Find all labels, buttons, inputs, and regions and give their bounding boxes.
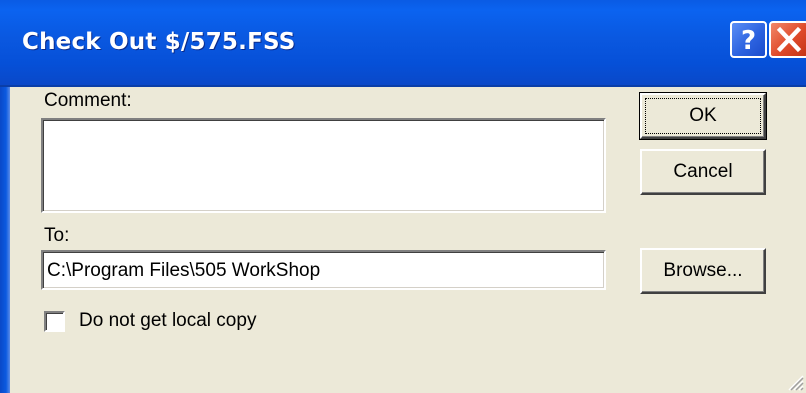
ok-button[interactable]: OK xyxy=(639,92,767,140)
browse-button-label: Browse... xyxy=(663,260,743,281)
to-path-input[interactable]: C:\Program Files\505 WorkShop xyxy=(41,250,606,290)
ok-button-label: OK xyxy=(689,105,717,126)
to-label: To: xyxy=(44,225,70,246)
help-button[interactable]: ? xyxy=(730,21,767,58)
title-bar[interactable]: Check Out $/575.FSS ? xyxy=(0,0,806,87)
check-out-dialog: Check Out $/575.FSS ? Comment: To: C:\Pr… xyxy=(0,0,806,393)
window-left-border xyxy=(0,87,10,393)
comment-textarea[interactable] xyxy=(41,118,606,213)
question-mark-icon: ? xyxy=(741,26,756,56)
comment-label: Comment: xyxy=(44,90,132,111)
close-x-icon xyxy=(776,26,802,53)
cancel-button[interactable]: Cancel xyxy=(640,149,766,195)
browse-button[interactable]: Browse... xyxy=(640,248,766,294)
close-button[interactable] xyxy=(769,21,806,58)
svg-text:?: ? xyxy=(741,26,756,56)
do-not-get-local-copy-label[interactable]: Do not get local copy xyxy=(79,310,256,332)
do-not-get-local-copy-checkbox[interactable] xyxy=(44,311,65,332)
resize-grip-icon[interactable] xyxy=(782,369,804,391)
cancel-button-label: Cancel xyxy=(673,161,733,182)
window-title: Check Out $/575.FSS xyxy=(22,29,296,55)
to-path-value: C:\Program Files\505 WorkShop xyxy=(47,260,321,281)
